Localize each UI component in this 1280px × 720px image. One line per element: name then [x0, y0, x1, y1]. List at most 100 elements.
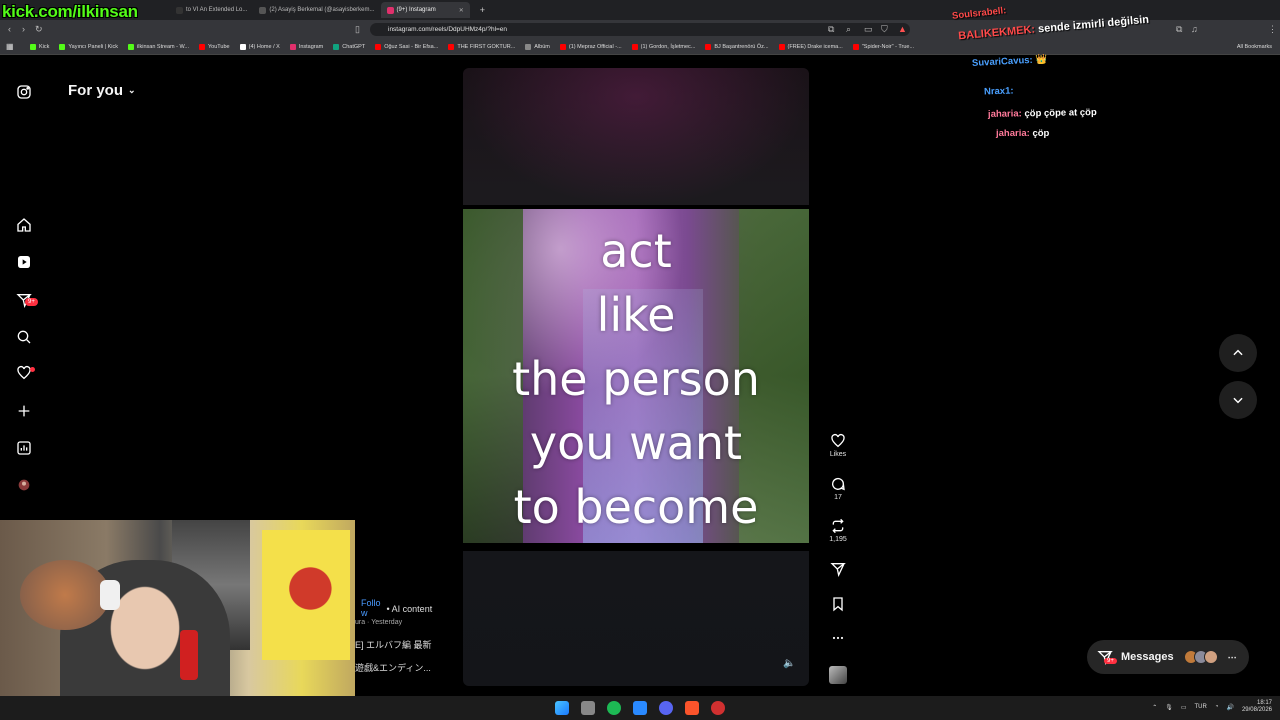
dashboard-icon[interactable] [15, 439, 33, 457]
bookmark-item[interactable]: (1) Gordon, İşletmec... [631, 43, 695, 50]
file-explorer-icon[interactable] [581, 701, 595, 715]
brave-browser-icon[interactable] [685, 701, 699, 715]
youtube-favicon-icon [705, 43, 712, 50]
clock[interactable]: 18:17 29/08/2026 [1242, 700, 1272, 714]
youtube-favicon-icon [375, 43, 382, 50]
volume-icon[interactable]: 🔊 [1226, 704, 1233, 711]
bookmark-icon [833, 597, 843, 612]
youtube-favicon-icon [852, 43, 859, 50]
share-button[interactable] [822, 561, 854, 579]
chat-message: Soulsrabell: [951, 5, 1007, 22]
cast-icon[interactable]: ▭ [864, 24, 873, 35]
wifi-icon[interactable]: ◔ [1215, 704, 1219, 710]
notifications-badge: 9+ [25, 298, 38, 306]
system-tray: ⌃ 🎙 ▭ TUR ◔ 🔊 18:17 29/08/2026 [1152, 700, 1272, 714]
chevron-up-icon[interactable]: ⌃ [1152, 704, 1157, 711]
bookmark-item[interactable]: BJ Başantrenörü Öz... [705, 43, 769, 50]
x-logo-icon [259, 6, 267, 14]
reel-player[interactable]: act like the person you want to become 🔈 [463, 68, 809, 686]
chevron-up-icon [1233, 349, 1243, 356]
youtube-favicon-icon [559, 43, 566, 50]
kick-favicon-icon [128, 43, 135, 50]
bookmark-item[interactable]: YouTube [199, 43, 230, 50]
messages-button[interactable]: 9+ Messages ⋯ [1087, 640, 1249, 674]
bookmark-item[interactable]: (FREE) Drake icema... [778, 43, 843, 50]
messages-badge: 9+ [1104, 658, 1117, 664]
bookmark-item[interactable]: (1) Mepraz Official -... [559, 43, 622, 50]
chat-message: SuvariCavus: 👑 [971, 54, 1048, 69]
save-button[interactable] [822, 596, 854, 614]
app-icon[interactable] [633, 701, 647, 715]
likes-label: Likes [829, 451, 847, 458]
reels-icon[interactable] [15, 253, 33, 271]
home-icon[interactable] [15, 216, 33, 234]
bookmark-item[interactable]: (4) Home / X [239, 43, 280, 50]
spotify-icon[interactable] [607, 701, 621, 715]
bookmark-item[interactable]: Kick [30, 43, 49, 50]
youtube-favicon-icon [631, 43, 638, 50]
comments-count: 17 [834, 494, 842, 501]
translate-icon[interactable]: ⧉ [828, 24, 834, 35]
chevron-down-icon [1233, 397, 1243, 404]
shield-icon[interactable]: ⛉ [881, 24, 888, 35]
caption-line[interactable]: 遊戯&エンディン... [355, 661, 432, 674]
close-tab-icon[interactable]: ✕ [459, 7, 464, 14]
apps-icon[interactable]: ▦ [6, 42, 14, 51]
browser-tab-instagram[interactable]: (9+) Instagram ✕ [380, 2, 470, 18]
audio-thumbnail[interactable] [829, 666, 847, 684]
browser-tab-1[interactable]: to VI An Extended Lo... [170, 2, 253, 18]
ai-content-label: • AI content [386, 604, 433, 614]
create-plus-icon[interactable] [15, 402, 33, 420]
windows-taskbar: ⌃ 🎙 ▭ TUR ◔ 🔊 18:17 29/08/2026 [0, 696, 1280, 720]
profile-avatar[interactable] [15, 476, 33, 494]
webcam-overlay [0, 520, 355, 720]
alert-icon[interactable]: ▲ [898, 24, 907, 34]
repost-button[interactable]: 1,195 [822, 518, 854, 543]
tab-favicon-icon [176, 6, 183, 14]
x-favicon-icon [239, 43, 246, 50]
reload-icon[interactable]: ↻ [35, 24, 43, 35]
language-indicator[interactable]: TUR [1195, 704, 1207, 710]
reel-video[interactable]: act like the person you want to become [463, 205, 809, 551]
kick-favicon-icon [30, 43, 36, 50]
mute-icon[interactable]: 🔈 [783, 658, 797, 672]
bookmark-item[interactable]: Oğuz Sasi - Bir Efsa... [375, 43, 438, 50]
search-icon[interactable] [15, 328, 33, 346]
back-icon[interactable]: ‹ [8, 24, 11, 34]
fur-hat [20, 560, 110, 630]
browser-tab-2[interactable]: (2) Asayiş Berkemal (@asayisberkem... [253, 2, 380, 18]
bookmark-item[interactable]: Yayıncı Paneli | Kick [59, 43, 118, 50]
follow-button[interactable]: Follo w [361, 598, 381, 618]
like-button[interactable]: Likes [822, 433, 854, 458]
bookmark-item[interactable]: "Spider-Noir" - True... [852, 43, 914, 50]
youtube-favicon-icon [199, 43, 205, 50]
instagram-logo-icon[interactable] [15, 83, 33, 101]
zoom-icon[interactable]: ⌕ [846, 24, 851, 35]
post-time: ura · Yesterday [355, 619, 403, 626]
bookmark-item[interactable]: THE FIRST GOKTUR... [448, 43, 515, 50]
messages-label: Messages [1121, 651, 1174, 663]
windows-start-icon[interactable] [555, 701, 569, 715]
discord-icon[interactable] [659, 701, 673, 715]
previous-reel-button[interactable] [1219, 334, 1257, 372]
more-options-button[interactable] [822, 630, 854, 648]
obs-icon[interactable] [711, 701, 725, 715]
wall-poster [262, 530, 350, 660]
chat-message: jaharia: çöp çöpe at çöp [987, 107, 1097, 120]
network-icon[interactable]: ▭ [1181, 704, 1187, 711]
for-you-dropdown[interactable]: For you ⌄ [68, 82, 136, 99]
kick-favicon-icon [59, 43, 66, 50]
bookmark-item[interactable]: Instagram [289, 43, 323, 50]
microphone-icon[interactable]: 🎙 [1165, 704, 1173, 711]
bookmark-item[interactable]: Albüm [525, 43, 550, 50]
bookmark-item[interactable]: ilkinsan Stream - W... [128, 43, 189, 50]
next-reel-button[interactable] [1219, 381, 1257, 419]
forward-icon[interactable]: › [22, 24, 25, 34]
post-meta: Follo w • AI content ura · Yesterday E] … [355, 598, 432, 674]
bookmark-page-icon[interactable]: ▯ [355, 24, 360, 35]
bookmark-item[interactable]: ChatGPT [333, 43, 365, 50]
repost-icon [832, 518, 844, 534]
new-tab-button[interactable]: + [480, 5, 485, 15]
comment-icon [832, 478, 845, 491]
comment-button[interactable]: 17 [822, 476, 854, 501]
